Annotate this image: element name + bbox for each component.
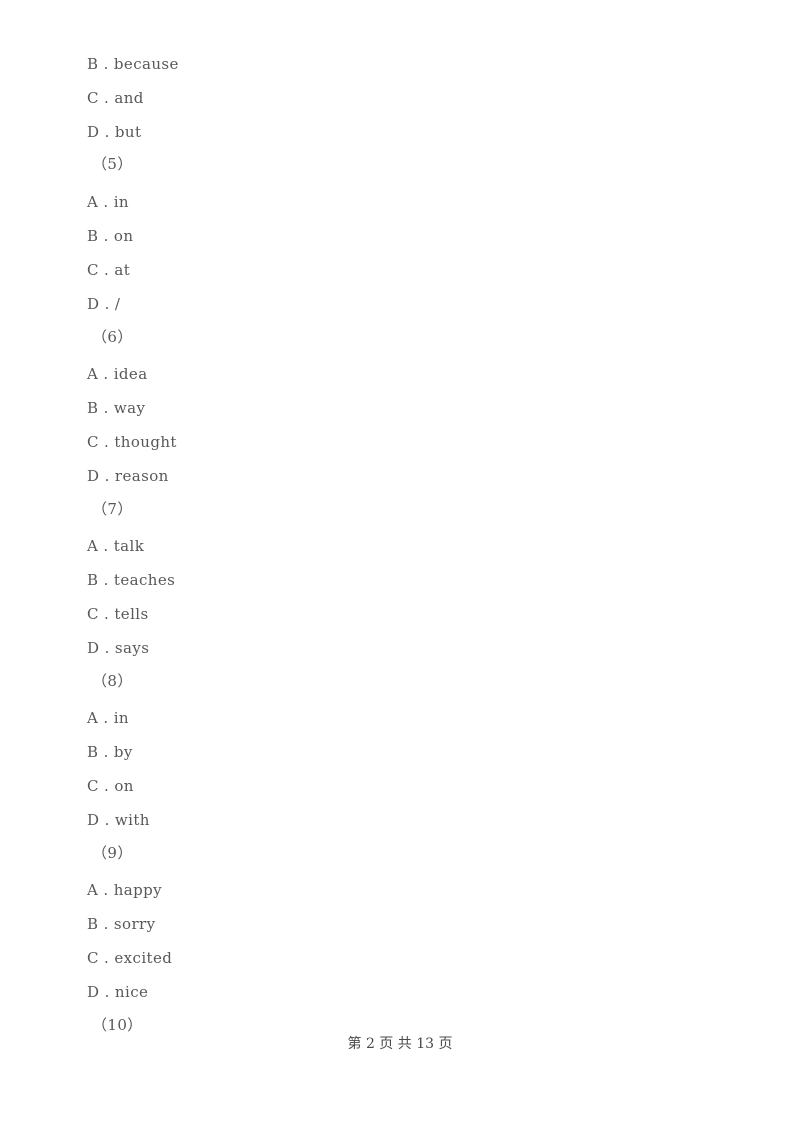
question-number-label: （6） <box>92 328 133 346</box>
answer-option: B . teaches <box>87 571 176 589</box>
answer-option: C . excited <box>87 949 173 967</box>
answer-option: B . on <box>87 227 134 245</box>
answer-option: A . talk <box>87 537 145 555</box>
answer-option: C . on <box>87 777 134 795</box>
question-number-label: （7） <box>92 500 133 518</box>
answer-option: D . reason <box>87 467 169 485</box>
answer-option: A . happy <box>87 881 163 899</box>
answer-option: D . says <box>87 639 150 657</box>
answer-option: C . tells <box>87 605 149 623</box>
answer-option: C . and <box>87 89 144 107</box>
answer-option: B . way <box>87 399 146 417</box>
page-footer: 第 2 页 共 13 页 <box>347 1036 453 1052</box>
answer-option: B . because <box>87 55 179 73</box>
question-number-label: （9） <box>92 844 133 862</box>
answer-option: B . sorry <box>87 915 156 933</box>
answer-option: D . / <box>87 295 121 313</box>
question-number-label: （5） <box>92 155 133 173</box>
answer-option: C . thought <box>87 433 177 451</box>
answer-option: D . with <box>87 811 150 829</box>
answer-option: C . at <box>87 261 131 279</box>
question-number-label: （8） <box>92 672 133 690</box>
answer-option: D . but <box>87 123 142 141</box>
answer-option: A . in <box>87 709 129 727</box>
answer-option: D . nice <box>87 983 149 1001</box>
answer-option: A . idea <box>87 365 148 383</box>
answer-option: A . in <box>87 193 129 211</box>
document-page: B . because C . and D . but （5） A . in B . on… <box>0 0 800 1132</box>
answer-option: B . by <box>87 743 133 761</box>
